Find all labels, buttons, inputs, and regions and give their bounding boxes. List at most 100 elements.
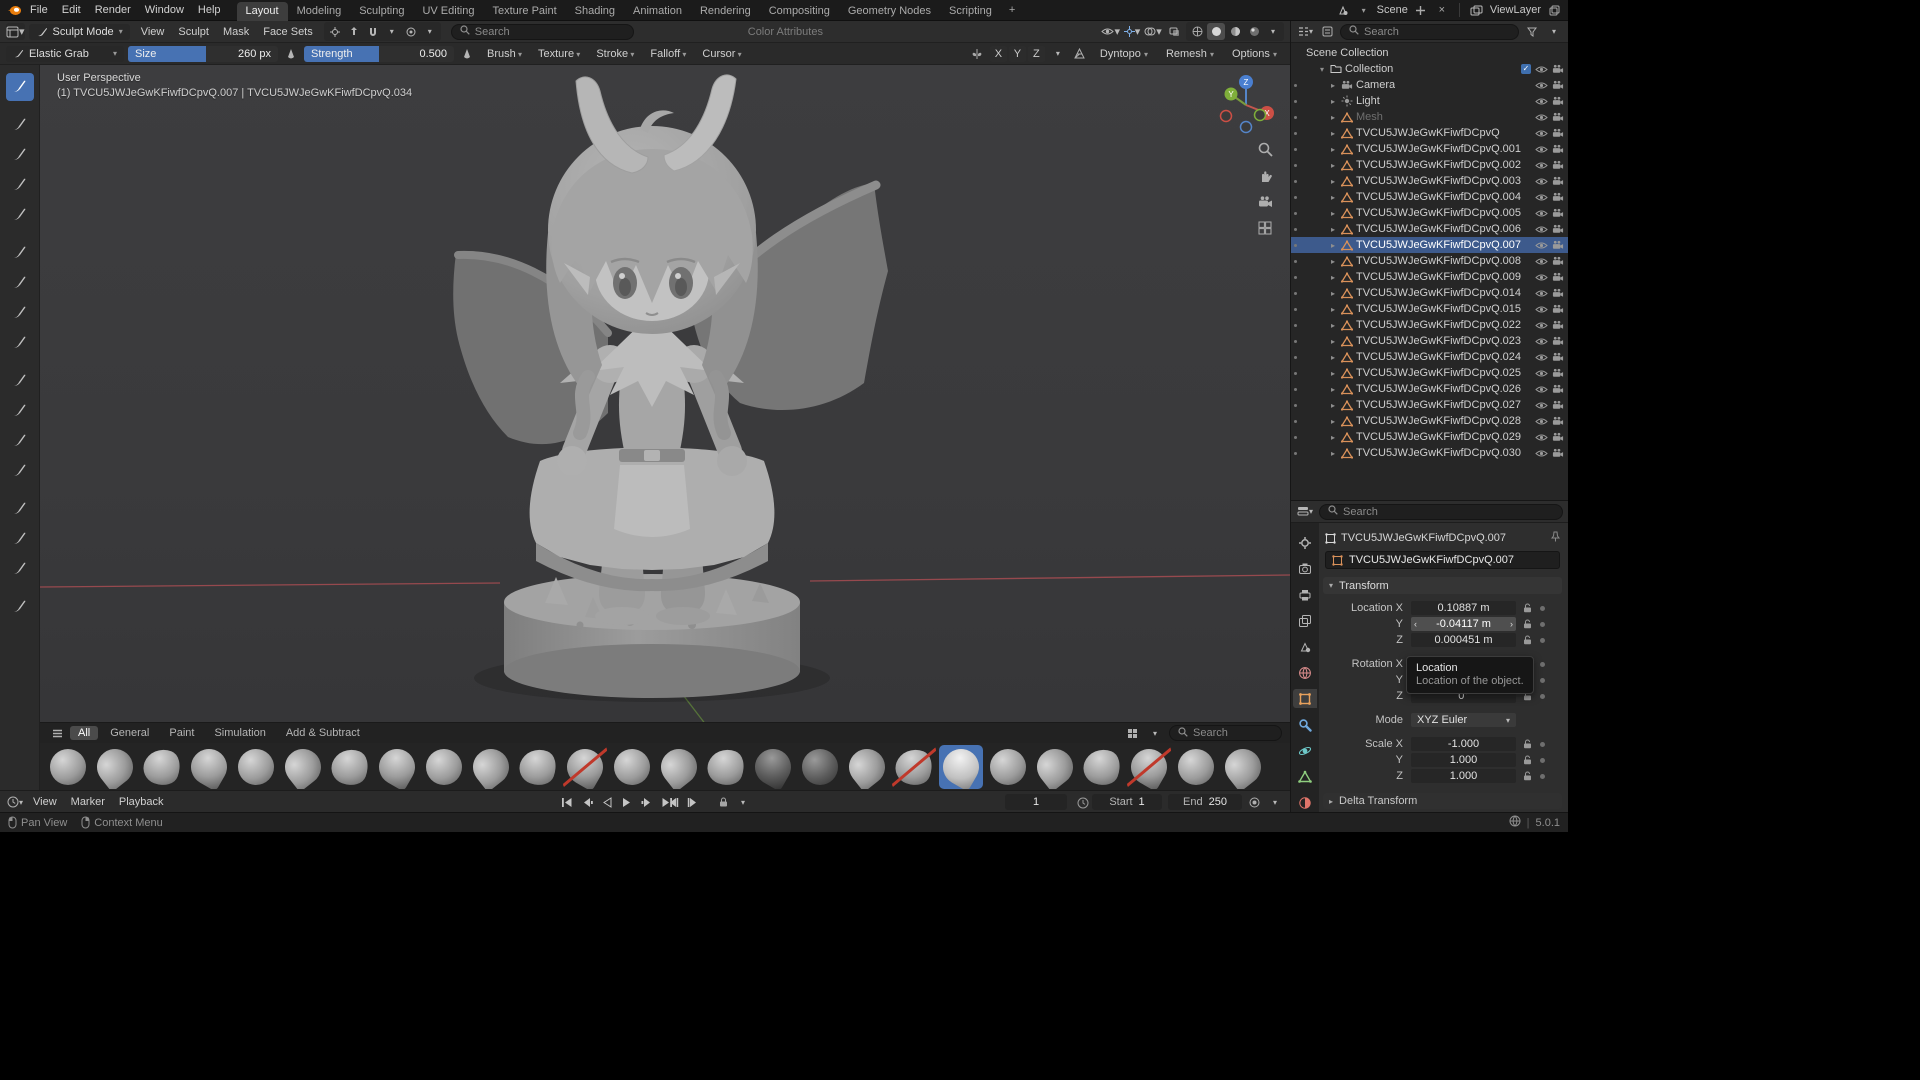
- properties-tab-render[interactable]: [1293, 559, 1317, 578]
- properties-editor-icon[interactable]: ▾: [1296, 503, 1314, 520]
- dyntopo-popover[interactable]: Dyntopo ▾: [1093, 46, 1155, 62]
- outliner-row-tvcu5jwjegwkfiwfdcpvq-007[interactable]: ▸TVCU5JWJeGwKFiwfDCpvQ.007: [1291, 237, 1568, 253]
- sculpt-tool-3[interactable]: [6, 141, 34, 169]
- animate-dot[interactable]: [1540, 742, 1545, 747]
- outliner-row-tvcu5jwjegwkfiwfdcpvq-028[interactable]: ▸TVCU5JWJeGwKFiwfDCpvQ.028: [1291, 413, 1568, 429]
- disable-render-icon[interactable]: [1552, 400, 1564, 410]
- outliner-search-input[interactable]: [1364, 26, 1460, 38]
- shelf-tab-paint[interactable]: Paint: [161, 726, 202, 740]
- disable-render-icon[interactable]: [1552, 192, 1564, 202]
- shelf-tab-simulation[interactable]: Simulation: [206, 726, 273, 740]
- expand-chevron-icon[interactable]: ▸: [1328, 177, 1338, 186]
- shading-options-button[interactable]: ▾: [1264, 23, 1282, 40]
- shelf-tab-all[interactable]: All: [70, 726, 98, 740]
- animate-dot[interactable]: [1540, 758, 1545, 763]
- browse-scene-button[interactable]: ▾: [1356, 2, 1372, 18]
- increment-arrow-icon[interactable]: ›: [1510, 617, 1513, 631]
- outliner-row-tvcu5jwjegwkfiwfdcpvq-029[interactable]: ▸TVCU5JWJeGwKFiwfDCpvQ.029: [1291, 429, 1568, 445]
- lock-icon[interactable]: [1520, 603, 1534, 613]
- hide-eye-icon[interactable]: [1535, 417, 1548, 426]
- outliner-row-light[interactable]: ▸Light: [1291, 93, 1568, 109]
- disable-render-icon[interactable]: [1552, 160, 1564, 170]
- animate-dot[interactable]: [1540, 774, 1545, 779]
- menu-render[interactable]: Render: [88, 2, 138, 18]
- viewlayer-name[interactable]: ViewLayer: [1490, 4, 1541, 16]
- timeline-editor-icon[interactable]: ▾: [6, 794, 24, 811]
- camera-view-icon[interactable]: [1256, 193, 1274, 210]
- outliner-row-tvcu5jwjegwkfiwfdcpvq-026[interactable]: ▸TVCU5JWJeGwKFiwfDCpvQ.026: [1291, 381, 1568, 397]
- lock-icon[interactable]: [1520, 771, 1534, 781]
- outliner-row-tvcu5jwjegwkfiwfdcpvq-015[interactable]: ▸TVCU5JWJeGwKFiwfDCpvQ.015: [1291, 301, 1568, 317]
- cursor-tool-icon[interactable]: [326, 23, 344, 40]
- sculpt-tool-8[interactable]: [6, 299, 34, 327]
- brush-strength-slider[interactable]: Strength0.500: [304, 46, 454, 62]
- proportional-edit-icon[interactable]: [402, 23, 420, 40]
- properties-tab-data[interactable]: [1293, 767, 1317, 786]
- expand-chevron-icon[interactable]: ▸: [1328, 369, 1338, 378]
- play-button[interactable]: [618, 794, 636, 811]
- sculpt-tool-17[interactable]: [6, 593, 34, 621]
- sculpt-tool-4[interactable]: [6, 171, 34, 199]
- snap-magnet-icon[interactable]: [364, 23, 382, 40]
- brush-thumbnail-19[interactable]: [892, 745, 936, 789]
- expand-chevron-icon[interactable]: ▸: [1328, 225, 1338, 234]
- add-viewlayer-icon[interactable]: [1546, 2, 1562, 18]
- frame-end-field[interactable]: End250: [1168, 794, 1242, 810]
- decrement-arrow-icon[interactable]: ‹: [1414, 617, 1417, 631]
- brush-thumbnail-20[interactable]: [939, 745, 983, 789]
- brush-thumbnail-1[interactable]: [46, 745, 90, 789]
- outliner-row-collection[interactable]: ▾Collection✓: [1291, 61, 1568, 77]
- brush-thumbnail-18[interactable]: [845, 745, 889, 789]
- blender-logo-icon[interactable]: [6, 2, 22, 18]
- properties-tab-physics[interactable]: [1293, 741, 1317, 760]
- outliner-row-tvcu5jwjegwkfiwfdcpvq-014[interactable]: ▸TVCU5JWJeGwKFiwfDCpvQ.014: [1291, 285, 1568, 301]
- options-popover[interactable]: Options ▾: [1225, 46, 1284, 62]
- disable-render-icon[interactable]: [1552, 384, 1564, 394]
- expand-chevron-icon[interactable]: ▸: [1328, 97, 1338, 106]
- hide-eye-icon[interactable]: [1535, 209, 1548, 218]
- proportional-options-button[interactable]: ▾: [421, 23, 439, 40]
- disable-render-icon[interactable]: [1552, 128, 1564, 138]
- mirror-x-toggle[interactable]: X: [990, 46, 1007, 62]
- expand-chevron-icon[interactable]: ▸: [1328, 193, 1338, 202]
- workspace-tab-geometry-nodes[interactable]: Geometry Nodes: [839, 2, 940, 21]
- gizmos-toggle-icon[interactable]: ▾: [1123, 23, 1141, 40]
- brush-thumbnail-6[interactable]: [281, 745, 325, 789]
- outliner-row-tvcu5jwjegwkfiwfdcpvq-009[interactable]: ▸TVCU5JWJeGwKFiwfDCpvQ.009: [1291, 269, 1568, 285]
- snap-options-button[interactable]: ▾: [383, 23, 401, 40]
- expand-chevron-icon[interactable]: ▸: [1328, 129, 1338, 138]
- timeline-menu-view[interactable]: View: [26, 794, 64, 810]
- disable-render-icon[interactable]: [1552, 288, 1564, 298]
- brush-thumbnail-23[interactable]: [1080, 745, 1124, 789]
- shelf-tab-general[interactable]: General: [102, 726, 157, 740]
- keying-options-button[interactable]: ▾: [1266, 794, 1284, 811]
- workspace-tab-animation[interactable]: Animation: [624, 2, 691, 21]
- hide-eye-icon[interactable]: [1535, 369, 1548, 378]
- strength-pressure-icon[interactable]: [458, 45, 476, 62]
- collection-checkbox[interactable]: ✓: [1521, 64, 1531, 74]
- expand-chevron-icon[interactable]: ▸: [1328, 385, 1338, 394]
- disable-render-icon[interactable]: [1552, 224, 1564, 234]
- remesh-popover[interactable]: Remesh ▾: [1159, 46, 1221, 62]
- sculpt-tool-13[interactable]: [6, 457, 34, 485]
- workspace-tab-sculpting[interactable]: Sculpting: [350, 2, 413, 21]
- disable-render-icon[interactable]: [1552, 144, 1564, 154]
- hide-eye-icon[interactable]: [1535, 225, 1548, 234]
- animate-dot[interactable]: [1540, 678, 1545, 683]
- shelf-search-input[interactable]: [1193, 727, 1273, 739]
- expand-chevron-icon[interactable]: ▸: [1328, 145, 1338, 154]
- brush-thumbnail-5[interactable]: [234, 745, 278, 789]
- y-field[interactable]: ‹-0.04117 m›: [1411, 617, 1516, 631]
- zoom-icon[interactable]: [1256, 141, 1274, 158]
- sculpt-tool-6[interactable]: [6, 239, 34, 267]
- animate-dot[interactable]: [1540, 694, 1545, 699]
- properties-tab-world[interactable]: [1293, 663, 1317, 682]
- hide-eye-icon[interactable]: [1535, 241, 1548, 250]
- workspace-tab-texture-paint[interactable]: Texture Paint: [483, 2, 565, 21]
- workspace-tab-modeling[interactable]: Modeling: [288, 2, 351, 21]
- expand-chevron-icon[interactable]: ▸: [1328, 353, 1338, 362]
- viewport-search-input[interactable]: [475, 26, 625, 38]
- object-name-field[interactable]: TVCU5JWJeGwKFiwfDCpvQ.007: [1325, 551, 1560, 569]
- outliner-row-tvcu5jwjegwkfiwfdcpvq-008[interactable]: ▸TVCU5JWJeGwKFiwfDCpvQ.008: [1291, 253, 1568, 269]
- hide-eye-icon[interactable]: [1535, 385, 1548, 394]
